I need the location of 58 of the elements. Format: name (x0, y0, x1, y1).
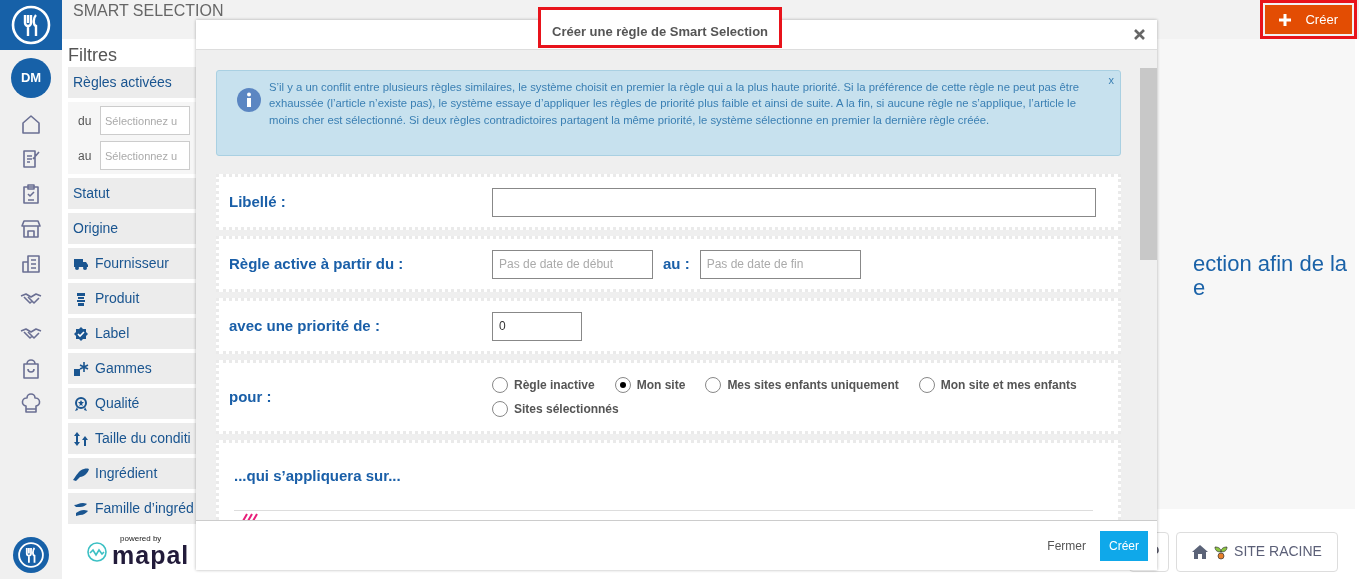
store-icon[interactable] (20, 217, 42, 240)
radio-option[interactable]: Règle inactive (492, 376, 595, 394)
home-icon (1192, 544, 1209, 559)
wave-logo-icon (86, 540, 108, 563)
medal-icon (73, 395, 89, 412)
brand-name: mapal (112, 543, 190, 568)
start-date-field[interactable]: Pas de date de début (492, 249, 653, 279)
building-icon[interactable] (20, 252, 42, 275)
fork-knife-icon (17, 541, 45, 569)
user-avatar[interactable]: DM (11, 58, 51, 98)
section-heading: ...qui s’appliquera sur... (234, 466, 402, 486)
field-label: Libellé : (229, 191, 287, 212)
powered-by-text: powered by (120, 535, 163, 543)
priority-field[interactable]: 0 (492, 311, 582, 341)
radio-option[interactable]: Mon site (614, 376, 686, 394)
chevrons-icon (242, 512, 260, 520)
field-label: pour : (229, 386, 273, 407)
date-field[interactable]: Sélectionnez u (100, 141, 190, 170)
chef-hat-icon[interactable] (20, 392, 42, 415)
create-button[interactable]: Créer (1265, 5, 1352, 34)
shopping-bag-icon[interactable] (20, 357, 42, 380)
radio-option[interactable]: Mon site et mes enfants (918, 376, 1077, 394)
logo-badge[interactable] (13, 537, 49, 573)
date-field[interactable]: Sélectionnez u (100, 106, 190, 135)
modal-title: Créer une règle de Smart Selection (538, 7, 783, 48)
page-title: SMART SELECTION (73, 2, 224, 19)
filters-title: Filtres (68, 45, 118, 65)
fish-group-icon (73, 500, 89, 517)
message-text: ection afin de la e (1193, 252, 1349, 300)
label-input[interactable] (492, 187, 1096, 217)
field-label: avec une priorité de : (229, 315, 381, 336)
plus-icon (1279, 13, 1292, 26)
site-button[interactable]: SITE RACINE (1176, 531, 1338, 572)
close-button[interactable]: Fermer (1047, 536, 1086, 555)
field-label: au : (663, 253, 690, 274)
radio-button[interactable] (614, 377, 631, 393)
date-label: du (78, 112, 92, 130)
radio-button[interactable] (705, 377, 722, 393)
radio-button[interactable] (918, 377, 935, 393)
fork-knife-logo-icon (11, 5, 51, 45)
home-icon[interactable] (20, 112, 42, 135)
close-icon[interactable] (1134, 29, 1145, 40)
clipboard-check-icon[interactable] (20, 182, 42, 205)
radio-button[interactable] (492, 401, 508, 417)
up-down-arrows-icon (73, 430, 89, 447)
radio-button[interactable] (492, 377, 508, 393)
info-icon (237, 88, 261, 112)
radio-option[interactable]: Mes sites enfants uniquement (705, 376, 899, 394)
field-label: Règle active à partir du : (229, 253, 405, 274)
logo-tile[interactable] (0, 0, 62, 50)
date-label: au (78, 147, 92, 165)
end-date-field[interactable]: Pas de date de fin (699, 249, 861, 279)
badge-check-icon (73, 325, 89, 342)
radio-option[interactable]: Sites sélectionnés (492, 400, 619, 418)
note-edit-icon[interactable] (20, 147, 42, 170)
sprout-icon (1214, 543, 1229, 560)
info-text: S’il y a un conflit entre plusieurs règles similaires, le système choisit en premier la règle qui a la plus haute priorité. Si la préférence de cette règle ne peut pas être exhaussée (l’article n’existe pas), le système essaye d’appliquer les règles de priorité plus faible et ainsi de suite. A la fin, si aucune règle ne s’applique, l’article le moins cher est sélectionné. Si deux règles contradictoires partagent la même priorité, le système sélectionne en premier la dernière règle créée. (269, 80, 1081, 128)
snowflake-box-icon (73, 360, 89, 377)
